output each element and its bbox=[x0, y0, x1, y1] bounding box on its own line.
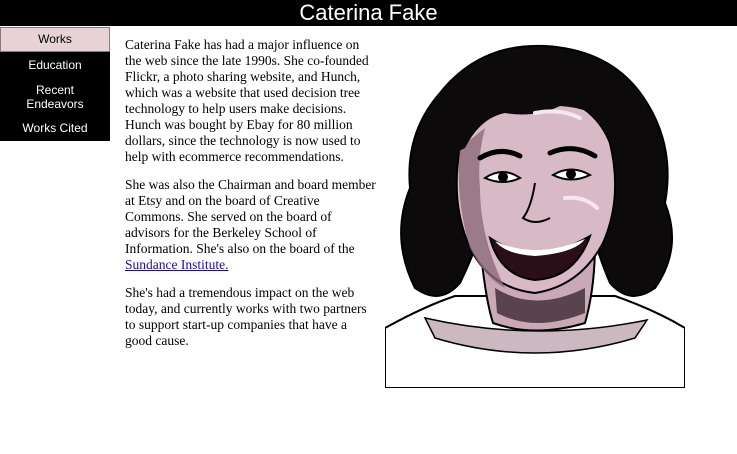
paragraph-intro: Caterina Fake has had a major influence … bbox=[125, 37, 369, 164]
left-pupil bbox=[498, 172, 508, 182]
nav-item-education[interactable]: Education bbox=[0, 58, 110, 72]
nav-item-recent-endeavors[interactable]: Recent Endeavors bbox=[0, 83, 110, 111]
paragraph-boards: She was also the Chairman and board memb… bbox=[125, 177, 377, 273]
main-content: Caterina Fake has had a major influence … bbox=[125, 37, 377, 361]
paragraph-impact: She's had a tremendous impact on the web… bbox=[125, 285, 367, 348]
paragraph-boards-text: She was also the Chairman and board memb… bbox=[125, 177, 376, 256]
right-pupil bbox=[566, 169, 576, 179]
portrait-illustration bbox=[385, 44, 685, 388]
nav-item-works[interactable]: Works bbox=[0, 27, 110, 52]
page-title: Caterina Fake bbox=[299, 0, 438, 25]
sundance-institute-link[interactable]: Sundance Institute. bbox=[125, 257, 228, 272]
nav-item-works-cited[interactable]: Works Cited bbox=[0, 121, 110, 135]
page-header: Caterina Fake bbox=[0, 0, 737, 26]
side-nav: Works Education Recent Endeavors Works C… bbox=[0, 27, 110, 141]
